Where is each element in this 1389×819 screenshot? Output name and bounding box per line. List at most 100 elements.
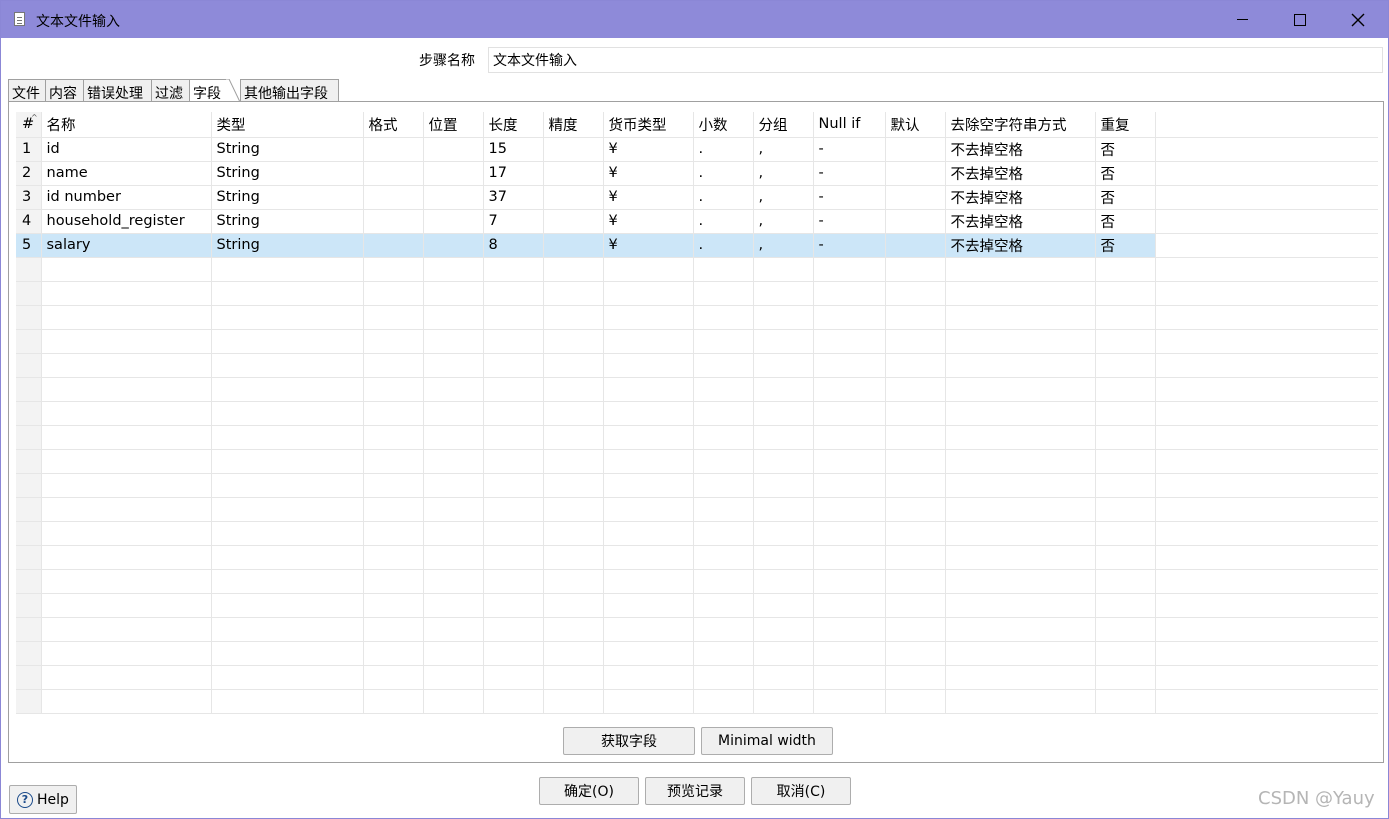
table-cell[interactable] <box>543 449 604 474</box>
table-cell[interactable] <box>41 521 212 546</box>
table-cell[interactable] <box>363 329 424 354</box>
table-cell[interactable] <box>543 425 604 450</box>
table-cell[interactable] <box>543 401 604 426</box>
table-cell[interactable] <box>363 185 424 210</box>
table-cell[interactable] <box>211 425 364 450</box>
tab-fields[interactable]: 字段 <box>189 79 226 103</box>
table-cell[interactable] <box>41 569 212 594</box>
table-cell[interactable] <box>423 377 484 402</box>
row-number-cell[interactable]: 2 <box>16 161 42 186</box>
table-cell[interactable] <box>885 641 946 666</box>
table-row[interactable]: 3 id number String 37 ¥., - 不去掉空格否 <box>16 185 1378 210</box>
row-number-cell[interactable]: 4 <box>16 209 42 234</box>
table-cell[interactable] <box>885 665 946 690</box>
table-cell[interactable] <box>483 377 544 402</box>
table-cell[interactable] <box>813 257 886 282</box>
table-cell[interactable] <box>41 449 212 474</box>
table-cell[interactable] <box>753 329 814 354</box>
table-cell[interactable] <box>753 257 814 282</box>
table-cell[interactable] <box>945 377 1096 402</box>
table-cell[interactable] <box>813 569 886 594</box>
table-cell[interactable] <box>603 329 694 354</box>
row-number-cell[interactable] <box>16 401 42 426</box>
table-cell[interactable] <box>363 305 424 330</box>
table-cell[interactable] <box>813 617 886 642</box>
table-cell[interactable] <box>753 401 814 426</box>
table-cell[interactable] <box>363 425 424 450</box>
table-cell[interactable] <box>753 545 814 570</box>
table-cell[interactable] <box>753 617 814 642</box>
table-cell[interactable] <box>543 257 604 282</box>
table-cell[interactable] <box>363 545 424 570</box>
table-cell[interactable] <box>603 473 694 498</box>
table-cell[interactable] <box>813 305 886 330</box>
table-cell[interactable]: id number <box>41 185 212 210</box>
table-cell[interactable] <box>41 353 212 378</box>
table-cell[interactable]: 否 <box>1095 233 1156 258</box>
table-cell[interactable]: . <box>693 233 754 258</box>
table-cell[interactable] <box>41 281 212 306</box>
table-cell[interactable] <box>363 353 424 378</box>
table-cell[interactable] <box>753 281 814 306</box>
tab-content[interactable]: 内容 <box>45 79 84 102</box>
table-cell[interactable] <box>693 281 754 306</box>
table-cell[interactable] <box>41 689 212 714</box>
table-cell[interactable]: - <box>813 209 886 234</box>
row-number-cell[interactable]: 1 <box>16 137 42 162</box>
table-cell[interactable] <box>543 473 604 498</box>
table-cell[interactable] <box>423 281 484 306</box>
table-cell[interactable] <box>885 473 946 498</box>
table-cell[interactable] <box>41 425 212 450</box>
empty-table-row[interactable] <box>16 401 1378 426</box>
table-cell[interactable] <box>543 305 604 330</box>
table-cell[interactable] <box>363 281 424 306</box>
table-cell[interactable] <box>211 521 364 546</box>
ok-button[interactable]: 确定(O) <box>539 777 639 805</box>
table-cell[interactable]: String <box>211 137 364 162</box>
table-cell[interactable] <box>423 449 484 474</box>
column-header[interactable]: 位置 <box>423 112 484 138</box>
table-cell[interactable] <box>483 353 544 378</box>
table-cell[interactable]: . <box>693 209 754 234</box>
table-cell[interactable] <box>885 233 946 258</box>
table-cell[interactable] <box>945 521 1096 546</box>
table-cell[interactable] <box>41 545 212 570</box>
empty-table-row[interactable] <box>16 689 1378 714</box>
empty-table-row[interactable] <box>16 593 1378 618</box>
table-cell[interactable] <box>543 593 604 618</box>
table-cell[interactable] <box>945 257 1096 282</box>
table-cell[interactable] <box>543 545 604 570</box>
table-cell[interactable] <box>423 497 484 522</box>
table-cell[interactable] <box>483 593 544 618</box>
close-button[interactable] <box>1329 1 1387 38</box>
table-cell[interactable] <box>211 545 364 570</box>
table-cell[interactable]: 15 <box>483 137 544 162</box>
table-cell[interactable] <box>423 257 484 282</box>
table-cell[interactable] <box>753 593 814 618</box>
table-cell[interactable] <box>813 521 886 546</box>
table-cell[interactable] <box>211 353 364 378</box>
row-number-cell[interactable] <box>16 425 42 450</box>
table-cell[interactable] <box>483 617 544 642</box>
table-cell[interactable] <box>543 377 604 402</box>
empty-table-row[interactable] <box>16 329 1378 354</box>
table-cell[interactable] <box>483 545 544 570</box>
table-cell[interactable] <box>483 665 544 690</box>
table-cell[interactable] <box>945 401 1096 426</box>
table-cell[interactable] <box>423 689 484 714</box>
table-cell[interactable] <box>603 545 694 570</box>
table-cell[interactable] <box>945 281 1096 306</box>
table-cell[interactable]: 否 <box>1095 185 1156 210</box>
table-row[interactable]: 5 salary String 8 ¥., - 不去掉空格否 <box>16 233 1378 258</box>
table-cell[interactable]: - <box>813 161 886 186</box>
table-cell[interactable] <box>753 305 814 330</box>
table-cell[interactable] <box>1095 665 1156 690</box>
table-cell[interactable] <box>945 425 1096 450</box>
table-cell[interactable]: 8 <box>483 233 544 258</box>
table-cell[interactable]: String <box>211 233 364 258</box>
table-cell[interactable] <box>603 521 694 546</box>
table-cell[interactable] <box>211 377 364 402</box>
table-cell[interactable]: 不去掉空格 <box>945 233 1096 258</box>
title-bar[interactable]: 文本文件输入 <box>1 1 1388 38</box>
table-cell[interactable] <box>41 665 212 690</box>
